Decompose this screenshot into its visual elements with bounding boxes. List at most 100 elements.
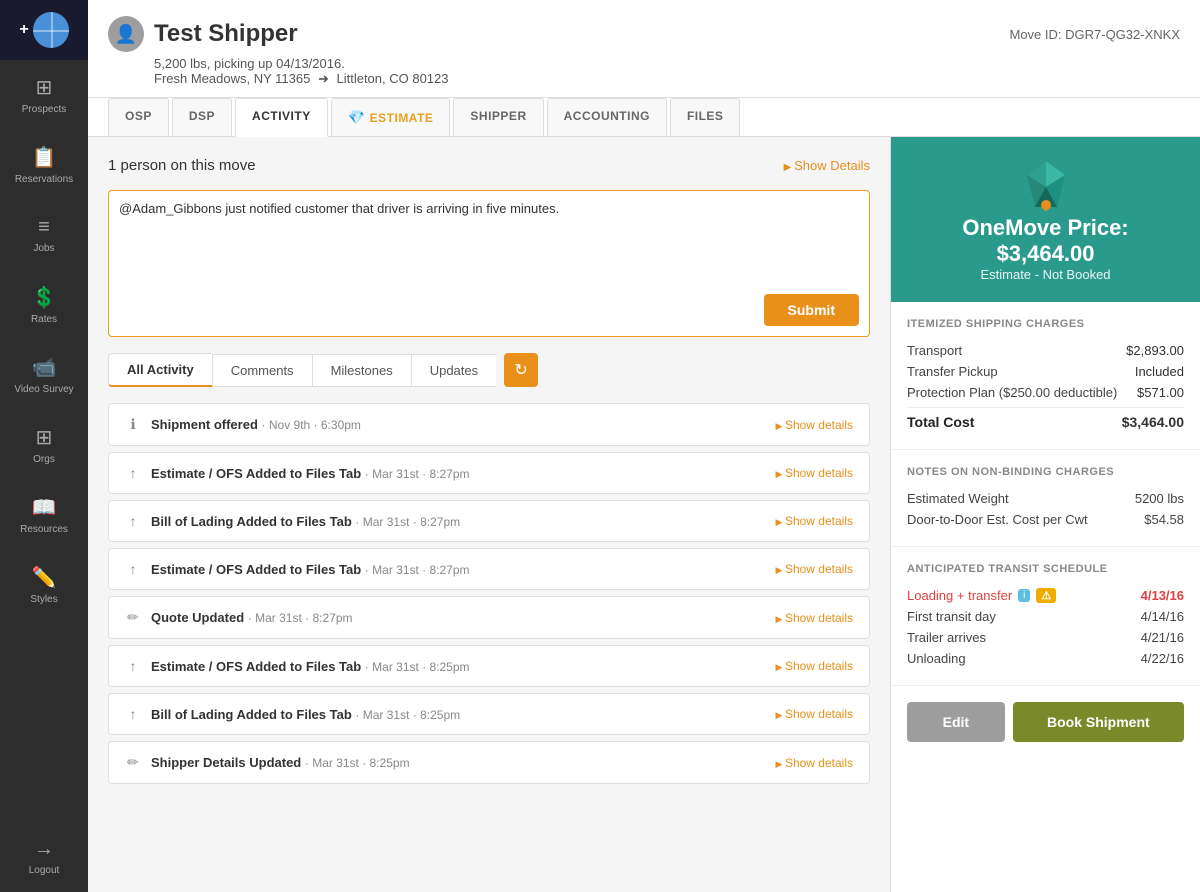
activity-panel: 1 person on this move Show Details @Adam… — [88, 137, 890, 892]
tab-files[interactable]: FILES — [670, 98, 741, 136]
transit-section: Anticipated Transit Schedule Loading + t… — [891, 547, 1200, 686]
right-panel: OneMove Price: $3,464.00 Estimate - Not … — [890, 137, 1200, 892]
avatar: 👤 — [108, 16, 144, 52]
persons-label: 1 person on this move — [108, 157, 256, 174]
app-logo[interactable]: + — [0, 0, 88, 60]
activity-item: ✏ Shipper Details Updated · Mar 31st · 8… — [108, 741, 870, 784]
book-shipment-button[interactable]: Book Shipment — [1013, 702, 1184, 742]
main-area: 👤 Test Shipper Move ID: DGR7-QG32-XNKX 5… — [88, 0, 1200, 892]
activity-item-left: ↑ Bill of Lading Added to Files Tab · Ma… — [125, 513, 460, 529]
section-title-notes: Notes on Non-binding Charges — [907, 466, 1184, 478]
submit-button[interactable]: Submit — [764, 294, 859, 326]
notes-section: Notes on Non-binding Charges Estimated W… — [891, 450, 1200, 547]
activity-item: ℹ Shipment offered · Nov 9th · 6:30pm Sh… — [108, 403, 870, 446]
filter-tab-comments[interactable]: Comments — [212, 354, 312, 387]
logout-icon: → — [34, 838, 54, 861]
onemove-status: Estimate - Not Booked — [911, 267, 1180, 282]
refresh-button[interactable]: ↻ — [504, 353, 538, 387]
activity-title: Estimate / OFS Added to Files Tab — [151, 659, 361, 674]
loading-transfer-row: Loading + transfer i ⚠ 4/13/16 — [907, 585, 1184, 606]
activity-show-details-7[interactable]: Show details — [776, 756, 853, 770]
tab-osp[interactable]: OSP — [108, 98, 169, 136]
activity-item: ↑ Bill of Lading Added to Files Tab · Ma… — [108, 693, 870, 735]
door-to-door-row: Door-to-Door Est. Cost per Cwt $54.58 — [907, 509, 1184, 530]
activity-item-left: ✏ Shipper Details Updated · Mar 31st · 8… — [125, 754, 410, 771]
activity-time: · Mar 31st · 8:27pm — [365, 563, 470, 577]
activity-show-details-2[interactable]: Show details — [776, 514, 853, 528]
onemove-header: OneMove Price: $3,464.00 Estimate - Not … — [891, 137, 1200, 302]
orgs-icon: ⊞ — [36, 425, 53, 450]
activity-icon: ℹ — [125, 416, 141, 433]
filter-tab-updates[interactable]: Updates — [411, 354, 496, 387]
activity-show-details-5[interactable]: Show details — [776, 659, 853, 673]
tab-shipper[interactable]: SHIPPER — [453, 98, 543, 136]
tab-accounting[interactable]: ACCOUNTING — [547, 98, 667, 136]
action-buttons: Edit Book Shipment — [891, 686, 1200, 758]
move-id: Move ID: DGR7-QG32-XNKX — [1010, 27, 1181, 42]
sidebar-item-jobs[interactable]: ≡ Jobs — [0, 200, 88, 270]
sidebar-item-resources[interactable]: 📖 Resources — [0, 480, 88, 550]
sidebar-item-styles[interactable]: ✏️ Styles — [0, 550, 88, 620]
rates-icon: 💲 — [32, 285, 57, 310]
plus-icon: + — [19, 21, 28, 39]
arrow-icon: ➜ — [318, 71, 329, 87]
onemove-price: OneMove Price: $3,464.00 — [911, 215, 1180, 267]
tab-bar: OSP DSP ACTIVITY 💎 ESTIMATE SHIPPER ACCO… — [88, 98, 1200, 137]
activity-show-details-3[interactable]: Show details — [776, 562, 853, 576]
activity-show-details-4[interactable]: Show details — [776, 611, 853, 625]
globe-icon — [33, 12, 69, 48]
content-area: 1 person on this move Show Details @Adam… — [88, 137, 1200, 892]
section-title-transit: Anticipated Transit Schedule — [907, 563, 1184, 575]
activity-time: · Mar 31st · 8:25pm — [355, 708, 460, 722]
filter-tab-all[interactable]: All Activity — [108, 353, 212, 387]
activity-title: Quote Updated — [151, 610, 244, 625]
gem-icon — [1019, 157, 1073, 211]
sidebar-item-logout[interactable]: → Logout — [0, 822, 88, 892]
activity-item-left: ↑ Estimate / OFS Added to Files Tab · Ma… — [125, 658, 470, 674]
activity-show-details-0[interactable]: Show details — [776, 418, 853, 432]
filter-tabs: All Activity Comments Milestones Updates… — [108, 353, 870, 387]
protection-row: Protection Plan ($250.00 deductible) $57… — [907, 382, 1184, 403]
unloading-row: Unloading 4/22/16 — [907, 648, 1184, 669]
activity-show-details-6[interactable]: Show details — [776, 707, 853, 721]
sidebar-item-prospects[interactable]: ⊞ Prospects — [0, 60, 88, 130]
activity-item-left: ↑ Estimate / OFS Added to Files Tab · Ma… — [125, 561, 470, 577]
est-weight-row: Estimated Weight 5200 lbs — [907, 488, 1184, 509]
activity-title: Shipper Details Updated — [151, 755, 301, 770]
comment-textarea[interactable]: @Adam_Gibbons just notified customer tha… — [119, 201, 859, 281]
activity-title: Bill of Lading Added to Files Tab — [151, 514, 352, 529]
first-transit-row: First transit day 4/14/16 — [907, 606, 1184, 627]
comment-box: @Adam_Gibbons just notified customer tha… — [108, 190, 870, 337]
trailer-arrives-row: Trailer arrives 4/21/16 — [907, 627, 1184, 648]
tab-estimate[interactable]: 💎 ESTIMATE — [331, 98, 451, 136]
info-badge: i — [1018, 589, 1030, 602]
persons-on-move: 1 person on this move Show Details — [108, 157, 870, 174]
activity-list: ℹ Shipment offered · Nov 9th · 6:30pm Sh… — [108, 403, 870, 784]
sidebar-item-rates[interactable]: 💲 Rates — [0, 270, 88, 340]
filter-tab-milestones[interactable]: Milestones — [312, 354, 411, 387]
activity-item: ↑ Bill of Lading Added to Files Tab · Ma… — [108, 500, 870, 542]
sidebar-item-video-survey[interactable]: 📹 Video Survey — [0, 340, 88, 410]
show-details-link[interactable]: Show Details — [784, 158, 870, 173]
activity-icon: ↑ — [125, 513, 141, 529]
tab-dsp[interactable]: DSP — [172, 98, 232, 136]
activity-time: · Mar 31st · 8:27pm — [365, 467, 470, 481]
warning-badge: ⚠ — [1036, 588, 1056, 603]
activity-title: Estimate / OFS Added to Files Tab — [151, 466, 361, 481]
activity-item-left: ℹ Shipment offered · Nov 9th · 6:30pm — [125, 416, 361, 433]
sidebar-item-reservations[interactable]: 📋 Reservations — [0, 130, 88, 200]
activity-title: Estimate / OFS Added to Files Tab — [151, 562, 361, 577]
video-icon: 📹 — [32, 355, 57, 380]
transport-row: Transport $2,893.00 — [907, 340, 1184, 361]
edit-button[interactable]: Edit — [907, 702, 1005, 742]
activity-item-left: ↑ Bill of Lading Added to Files Tab · Ma… — [125, 706, 460, 722]
resources-icon: 📖 — [32, 495, 57, 520]
activity-show-details-1[interactable]: Show details — [776, 466, 853, 480]
activity-icon: ✏ — [125, 609, 141, 626]
activity-item: ↑ Estimate / OFS Added to Files Tab · Ma… — [108, 645, 870, 687]
activity-icon: ↑ — [125, 706, 141, 722]
activity-icon: ✏ — [125, 754, 141, 771]
shipper-name: Test Shipper — [154, 20, 298, 48]
tab-activity[interactable]: ACTIVITY — [235, 98, 328, 137]
sidebar-item-orgs[interactable]: ⊞ Orgs — [0, 410, 88, 480]
